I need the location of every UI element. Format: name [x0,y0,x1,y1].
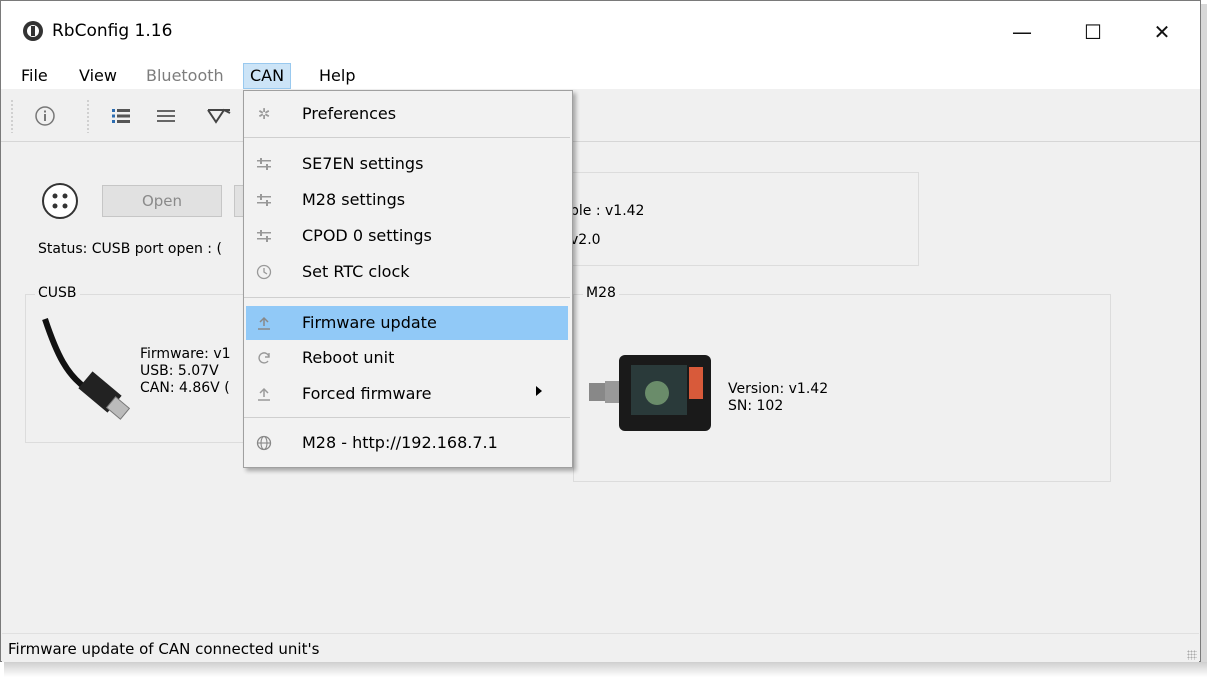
menu-bar: File View Bluetooth CAN Help [1,59,1200,89]
info-line-2: v2.0 [570,232,601,248]
info-panel: ble : v1.42 v2.0 [541,172,919,266]
menu-item-reboot-unit[interactable]: Reboot unit [246,341,568,375]
list-detail-icon[interactable] [108,103,134,129]
close-icon: ✕ [1153,20,1171,44]
cusb-can-voltage: CAN: 4.86V ( [140,380,230,396]
menu-file[interactable]: File [15,63,54,89]
menu-item-forced-firmware[interactable]: Forced firmware [246,377,568,411]
m28-group-label: M28 [583,285,619,301]
menu-item-label: Reboot unit [302,348,395,367]
can-menu-dropdown: ✲ Preferences SE7EN settings M28 setting… [243,90,573,468]
open-button[interactable]: Open [102,185,222,217]
m28-version: Version: v1.42 [728,381,829,397]
chart-icon[interactable] [206,103,232,129]
toolbar-grip[interactable] [11,99,13,133]
minimize-icon: — [1012,20,1032,44]
menu-item-firmware-update[interactable]: Firmware update [246,306,568,340]
app-icon [23,21,43,41]
maximize-icon: ☐ [1084,20,1102,44]
status-bar: Firmware update of CAN connected unit's [2,633,1199,662]
menu-item-label: Preferences [302,104,397,123]
globe-icon [254,433,274,453]
menu-item-label: Set RTC clock [302,262,410,281]
info-line-1: ble : v1.42 [570,203,645,219]
window-title: RbConfig 1.16 [52,21,173,41]
connection-status: Status: CUSB port open : ( [38,241,222,257]
menu-separator [244,417,570,418]
connect-icon[interactable] [41,182,79,220]
menu-help[interactable]: Help [313,63,361,89]
upload-icon [254,384,274,404]
toolbar-grip-2[interactable] [87,99,89,133]
menu-bluetooth[interactable]: Bluetooth [140,63,230,89]
cusb-usb-voltage: USB: 5.07V [140,363,219,379]
menu-item-label: Firmware update [302,313,437,332]
sliders-icon [254,154,274,174]
upload-icon [254,313,274,333]
toolbar [1,91,1200,142]
menu-view[interactable]: View [73,63,123,89]
menu-item-label: M28 - http://192.168.7.1 [302,433,498,452]
menu-can[interactable]: CAN [243,63,292,89]
m28-serial: SN: 102 [728,398,784,414]
list-icon[interactable] [153,103,179,129]
menu-separator [244,137,570,138]
main-window: RbConfig 1.16 — ☐ ✕ File View Bluetooth … [0,0,1201,662]
info-icon[interactable] [32,103,58,129]
menu-item-set-rtc-clock[interactable]: Set RTC clock [246,255,568,289]
minimize-button[interactable]: — [999,13,1045,51]
sliders-icon [254,226,274,246]
cusb-firmware: Firmware: v1 [140,346,231,362]
title-bar[interactable]: RbConfig 1.16 — ☐ ✕ [1,1,1200,61]
submenu-arrow-icon [536,386,542,396]
menu-item-label: CPOD 0 settings [302,226,432,245]
refresh-icon [254,348,274,368]
clock-icon [254,262,274,282]
menu-item-label: Forced firmware [302,384,432,403]
menu-item-m28-web[interactable]: M28 - http://192.168.7.1 [246,426,568,460]
menu-item-m28-settings[interactable]: M28 settings [246,183,568,217]
menu-item-preferences[interactable]: ✲ Preferences [246,97,568,131]
maximize-button[interactable]: ☐ [1070,13,1116,51]
menu-separator [244,297,570,298]
resize-grip-icon[interactable] [1187,650,1197,660]
menu-item-label: M28 settings [302,190,406,209]
gear-icon: ✲ [257,105,271,123]
usb-cable-icon [37,315,133,433]
sliders-icon [254,190,274,210]
menu-item-label: SE7EN settings [302,154,424,173]
status-bar-text: Firmware update of CAN connected unit's [8,640,320,658]
menu-item-cpod-settings[interactable]: CPOD 0 settings [246,219,568,253]
cusb-group-label: CUSB [35,285,80,301]
menu-item-se7en-settings[interactable]: SE7EN settings [246,147,568,181]
close-button[interactable]: ✕ [1139,13,1185,51]
m28-device-icon [587,351,717,435]
